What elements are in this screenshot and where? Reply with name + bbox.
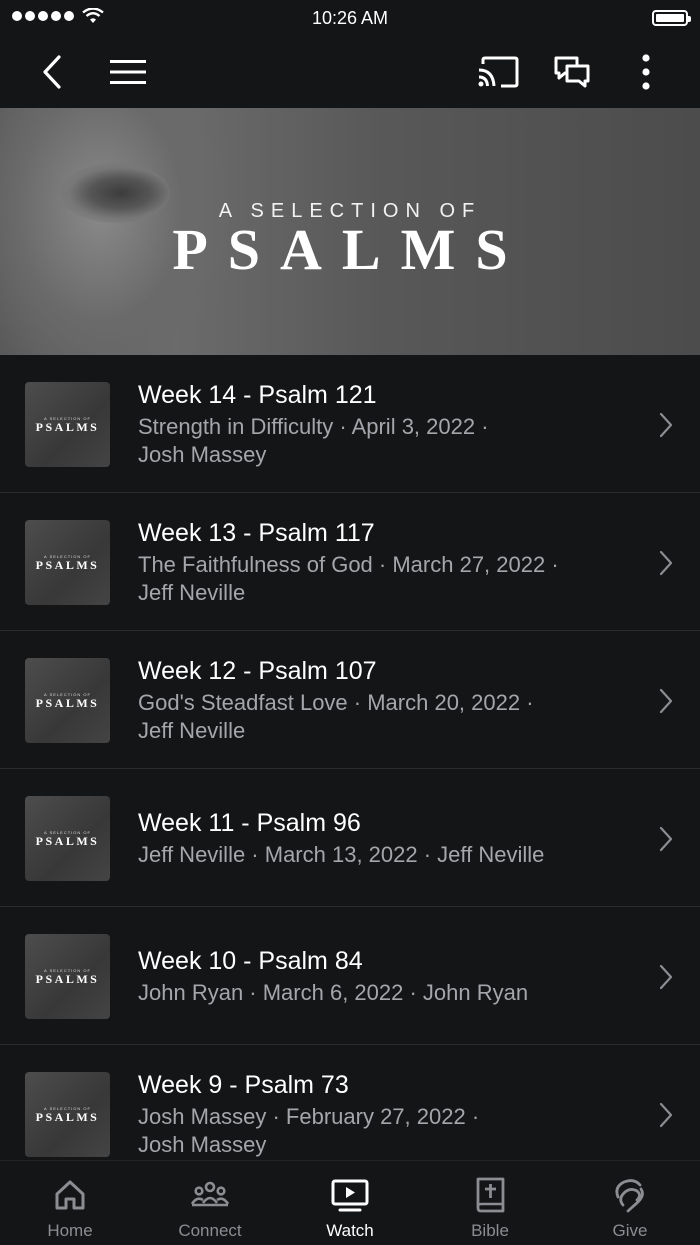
cast-icon[interactable] xyxy=(474,36,522,108)
thumbnail-title: PSALMS xyxy=(35,696,100,710)
thumbnail-title: PSALMS xyxy=(35,834,100,848)
sermon-meta-line: John Ryan · March 6, 2022 · John Ryan xyxy=(138,980,529,1005)
sermon-thumbnail: A SELECTION OF PSALMS xyxy=(25,382,110,467)
thumbnail-title: PSALMS xyxy=(35,558,100,572)
banner-title: PSALMS xyxy=(172,217,528,282)
sermon-speaker: Josh Massey xyxy=(138,442,267,467)
sermon-thumbnail: A SELECTION OF PSALMS xyxy=(25,658,110,743)
sermon-thumbnail: A SELECTION OF PSALMS xyxy=(25,796,110,881)
sermon-meta: The Faithfulness of God · March 27, 2022… xyxy=(138,551,618,607)
people-icon xyxy=(190,1181,230,1207)
status-bar: 10:26 AM xyxy=(0,0,700,36)
sermon-thumbnail: A SELECTION OF PSALMS xyxy=(25,934,110,1019)
list-item[interactable]: A SELECTION OF PSALMS Week 14 - Psalm 12… xyxy=(0,355,700,493)
sermon-title: Week 9 - Psalm 73 xyxy=(138,1071,349,1099)
back-chevron-icon[interactable] xyxy=(30,36,74,108)
sermon-thumbnail: A SELECTION OF PSALMS xyxy=(25,520,110,605)
tab-watch[interactable]: Watch xyxy=(280,1161,420,1245)
thumbnail-title: PSALMS xyxy=(35,420,100,434)
bible-icon xyxy=(476,1177,505,1213)
list-item[interactable]: A SELECTION OF PSALMS Week 10 - Psalm 84… xyxy=(0,907,700,1045)
more-vertical-icon[interactable] xyxy=(630,36,662,108)
tab-label: Home xyxy=(47,1221,93,1240)
chevron-right-icon xyxy=(659,1102,673,1128)
list-item[interactable]: A SELECTION OF PSALMS Week 12 - Psalm 10… xyxy=(0,631,700,769)
signal-wifi-group xyxy=(12,8,104,24)
chevron-right-icon xyxy=(659,688,673,714)
sermon-title: Week 13 - Psalm 117 xyxy=(138,519,375,547)
chat-icon[interactable] xyxy=(550,36,594,108)
sermon-meta-line: The Faithfulness of God · March 27, 2022… xyxy=(138,552,559,577)
top-nav-bar xyxy=(0,36,700,108)
list-item[interactable]: A SELECTION OF PSALMS Week 9 - Psalm 73 … xyxy=(0,1045,700,1160)
tv-play-icon xyxy=(331,1179,369,1212)
wifi-icon xyxy=(82,8,104,23)
chevron-right-icon xyxy=(659,550,673,576)
sermon-meta-line: Josh Massey · February 27, 2022 · xyxy=(138,1104,480,1129)
bottom-tab-bar: Home Connect Watch Bible Give xyxy=(0,1160,700,1244)
tab-label: Give xyxy=(612,1221,648,1240)
series-banner: A SELECTION OF PSALMS xyxy=(0,108,700,355)
status-time: 10:26 AM xyxy=(311,7,389,28)
home-icon xyxy=(55,1180,85,1210)
sermon-meta-line: God's Steadfast Love · March 20, 2022 · xyxy=(138,690,534,715)
sermon-thumbnail: A SELECTION OF PSALMS xyxy=(25,1072,110,1157)
tab-label: Connect xyxy=(178,1221,242,1240)
sermon-meta: Josh Massey · February 27, 2022 · Josh M… xyxy=(138,1103,618,1159)
tab-give[interactable]: Give xyxy=(560,1161,700,1245)
sermon-list: A SELECTION OF PSALMS Week 14 - Psalm 12… xyxy=(0,355,700,1160)
sermon-meta: John Ryan · March 6, 2022 · John Ryan xyxy=(138,979,618,1007)
signal-icon xyxy=(12,11,74,21)
list-item[interactable]: A SELECTION OF PSALMS Week 11 - Psalm 96… xyxy=(0,769,700,907)
chevron-right-icon xyxy=(659,412,673,438)
battery-icon xyxy=(652,10,691,26)
chevron-right-icon xyxy=(659,964,673,990)
hamburger-icon[interactable] xyxy=(106,36,150,108)
sermon-title: Week 12 - Psalm 107 xyxy=(138,657,377,685)
tab-label: Watch xyxy=(326,1221,374,1240)
list-item[interactable]: A SELECTION OF PSALMS Week 13 - Psalm 11… xyxy=(0,493,700,631)
tab-home[interactable]: Home xyxy=(0,1161,140,1245)
sermon-meta: Jeff Neville · March 13, 2022 · Jeff Nev… xyxy=(138,841,618,869)
sermon-title: Week 11 - Psalm 96 xyxy=(138,809,361,837)
sermon-meta: God's Steadfast Love · March 20, 2022 · … xyxy=(138,689,618,745)
chevron-right-icon xyxy=(659,826,673,852)
give-icon xyxy=(615,1179,644,1213)
thumbnail-title: PSALMS xyxy=(35,1110,100,1124)
sermon-title: Week 10 - Psalm 84 xyxy=(138,947,363,975)
sermon-speaker: Jeff Neville xyxy=(138,580,246,605)
tab-bible[interactable]: Bible xyxy=(420,1161,560,1245)
thumbnail-title: PSALMS xyxy=(35,972,100,986)
sermon-meta: Strength in Difficulty · April 3, 2022 ·… xyxy=(138,413,618,469)
sermon-meta-line: Strength in Difficulty · April 3, 2022 · xyxy=(138,414,489,439)
sermon-title: Week 14 - Psalm 121 xyxy=(138,381,377,409)
sermon-speaker: Jeff Neville xyxy=(138,718,246,743)
sermon-speaker: Josh Massey xyxy=(138,1132,267,1157)
sermon-meta-line: Jeff Neville · March 13, 2022 · Jeff Nev… xyxy=(138,842,545,867)
tab-label: Bible xyxy=(471,1221,509,1240)
tab-connect[interactable]: Connect xyxy=(140,1161,280,1245)
